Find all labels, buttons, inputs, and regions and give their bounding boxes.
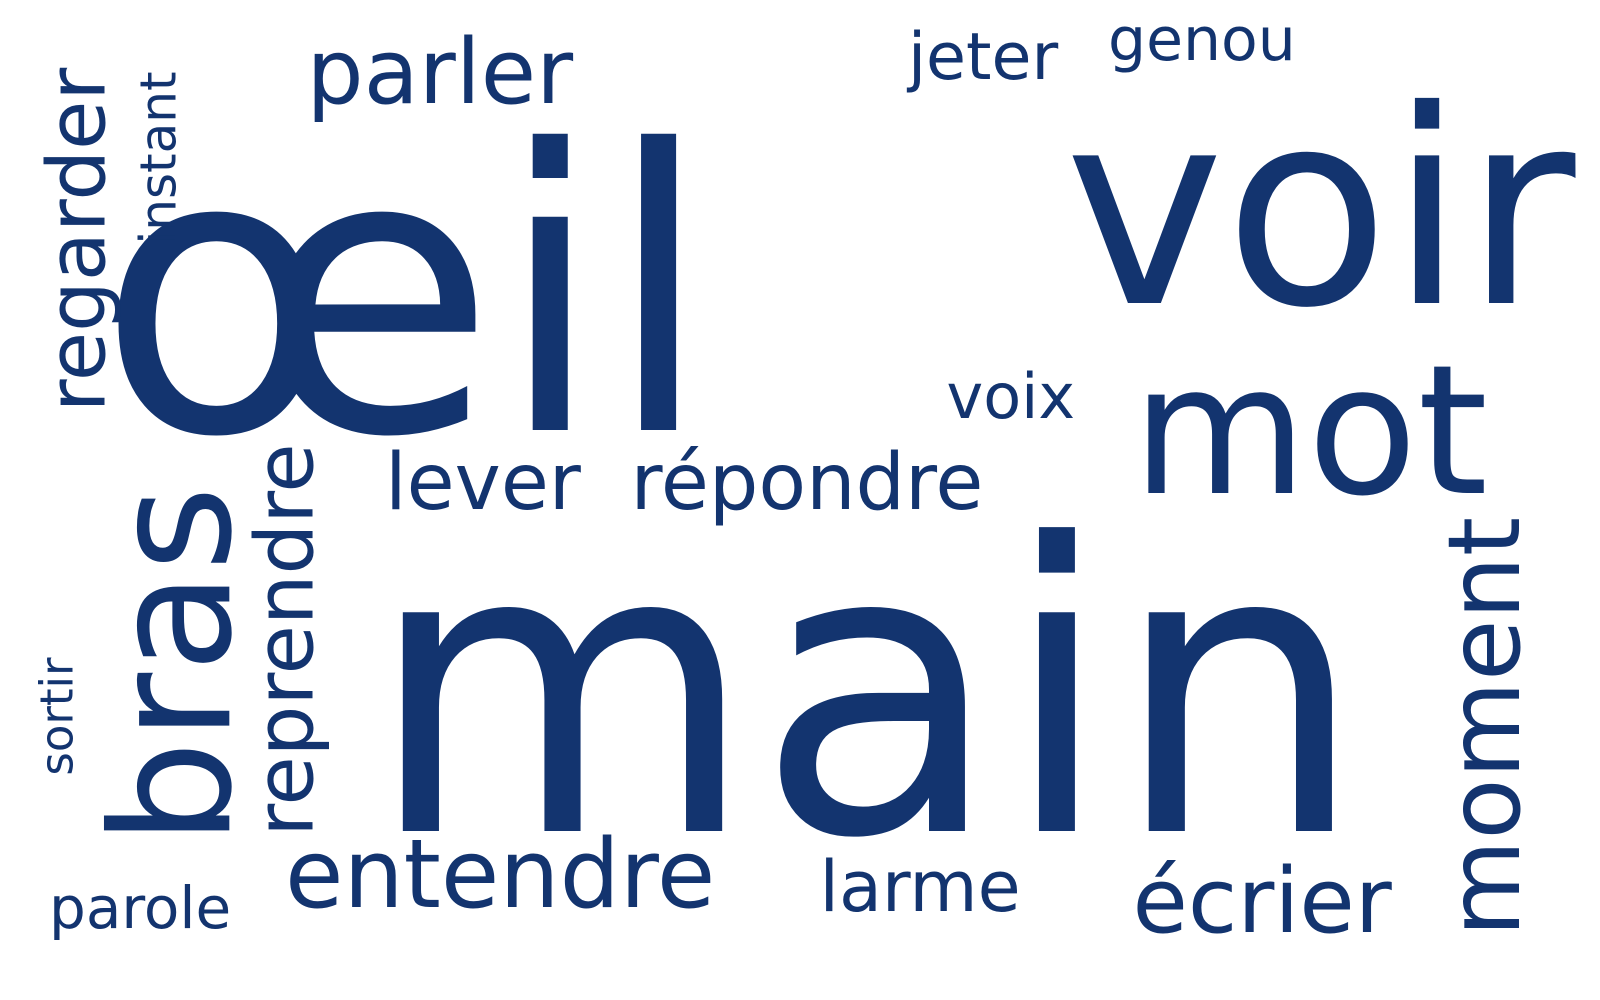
word-repondre: répondre — [630, 438, 984, 528]
word-genou: genou — [1108, 5, 1296, 75]
word-jeter: jeter — [908, 19, 1059, 95]
word-mot: mot — [1132, 327, 1489, 536]
word-reprendre: reprendre — [238, 443, 332, 837]
word-cloud: œil main voir mot bras parler regarder m… — [0, 0, 1600, 1000]
word-moment: moment — [1426, 516, 1544, 938]
word-regarder: regarder — [29, 67, 123, 413]
word-parole: parole — [49, 874, 232, 942]
word-oeil: œil — [97, 68, 713, 522]
word-voix: voix — [946, 360, 1076, 433]
word-lever: lever — [385, 438, 581, 528]
word-parler: parler — [306, 20, 574, 125]
word-ecrier: écrier — [1132, 849, 1392, 954]
word-sortir: sortir — [30, 656, 84, 776]
word-larme: larme — [819, 846, 1021, 928]
word-voir: voir — [1064, 52, 1576, 367]
word-instant: instant — [129, 71, 188, 245]
word-bras: bras — [76, 485, 269, 845]
word-entendre: entendre — [285, 819, 716, 930]
